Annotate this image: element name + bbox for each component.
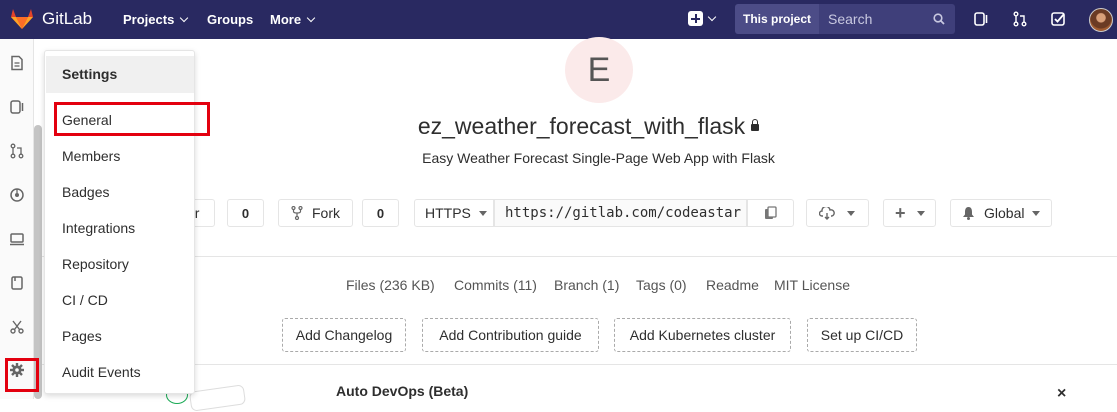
snippets-scissors-icon[interactable] [9, 319, 25, 335]
settings-item-members[interactable]: Members [62, 148, 120, 164]
add-changelog-button[interactable]: Add Changelog [282, 318, 406, 352]
settings-menu-header[interactable]: Settings [46, 56, 194, 93]
chevron-down-icon [478, 210, 487, 216]
new-item-dropdown[interactable] [688, 11, 717, 26]
settings-item-integrations[interactable]: Integrations [62, 220, 135, 236]
ci-cd-icon[interactable] [9, 187, 25, 203]
top-navbar: GitLab Projects Groups More This project… [0, 0, 1117, 39]
notification-label: Global [984, 205, 1025, 221]
fork-count[interactable]: 0 [362, 199, 399, 227]
chevron-down-icon [707, 12, 717, 21]
highlight-general-item [54, 102, 210, 136]
cloud-download-icon [819, 206, 835, 220]
chevron-down-icon [180, 13, 189, 22]
copy-url-button[interactable] [747, 199, 794, 227]
chevron-down-icon [847, 210, 855, 216]
plus-icon: + [895, 203, 906, 223]
close-icon[interactable]: × [1057, 385, 1066, 403]
nav-projects-dropdown[interactable]: Projects [123, 12, 189, 27]
settings-item-repository[interactable]: Repository [62, 256, 129, 272]
license-link[interactable]: MIT License [774, 277, 850, 293]
operations-icon[interactable] [9, 231, 25, 247]
gitlab-logo-icon [11, 9, 33, 29]
issues-icon[interactable] [973, 11, 989, 27]
project-overview-icon[interactable] [9, 55, 25, 71]
branch-stat-link[interactable]: Branch (1) [554, 277, 619, 293]
nav-more-label: More [270, 12, 302, 27]
chevron-down-icon [916, 210, 925, 216]
plus-icon [688, 11, 703, 26]
nav-groups-label: Groups [207, 12, 254, 27]
nav-projects-label: Projects [123, 12, 175, 27]
settings-item-audit-events[interactable]: Audit Events [62, 364, 141, 380]
gitlab-home-link[interactable]: GitLab [10, 8, 92, 30]
files-stat-link[interactable]: Files (236 KB) [346, 277, 435, 293]
chevron-down-icon [1032, 210, 1041, 216]
clone-protocol-dropdown[interactable]: HTTPS [414, 199, 494, 227]
fork-icon [291, 206, 303, 220]
nav-more-dropdown[interactable]: More [270, 12, 316, 27]
add-kubernetes-cluster-button[interactable]: Add Kubernetes cluster [614, 318, 791, 352]
search-input[interactable]: Search [819, 4, 955, 34]
search-scope-badge[interactable]: This project [735, 4, 819, 34]
search-icon [933, 13, 945, 25]
settings-item-badges[interactable]: Badges [62, 184, 109, 200]
project-avatar: E [565, 37, 633, 103]
auto-devops-title: Auto DevOps (Beta) [336, 383, 469, 399]
fork-label: Fork [312, 205, 340, 221]
lock-icon [751, 119, 760, 132]
section-divider [42, 364, 1117, 365]
notification-dropdown[interactable]: Global [950, 199, 1052, 227]
clone-protocol-label: HTTPS [425, 205, 471, 221]
app-name: GitLab [42, 9, 93, 28]
star-count[interactable]: 0 [227, 199, 264, 227]
clipboard-icon [765, 206, 777, 219]
todo-check-icon[interactable] [1050, 11, 1066, 27]
settings-item-pages[interactable]: Pages [62, 328, 102, 344]
project-sidebar [0, 39, 34, 399]
nav-groups[interactable]: Groups [207, 12, 253, 27]
auto-devops-illustration [188, 384, 247, 412]
readme-link[interactable]: Readme [706, 277, 759, 293]
add-contribution-guide-button[interactable]: Add Contribution guide [422, 318, 599, 352]
download-dropdown[interactable] [806, 199, 869, 227]
search-placeholder: Search [828, 11, 873, 27]
setup-ci-cd-button[interactable]: Set up CI/CD [807, 318, 917, 352]
merge-request-icon[interactable] [1012, 11, 1028, 27]
wiki-icon[interactable] [9, 275, 25, 291]
user-avatar[interactable] [1089, 8, 1113, 32]
commits-stat-link[interactable]: Commits (11) [454, 277, 537, 293]
bell-icon [963, 207, 974, 220]
section-divider [42, 256, 1117, 257]
fork-button[interactable]: Fork [278, 199, 353, 227]
settings-item-ci-cd[interactable]: CI / CD [62, 292, 108, 308]
add-dropdown[interactable]: + [883, 199, 936, 227]
chevron-down-icon [306, 13, 316, 22]
tags-stat-link[interactable]: Tags (0) [636, 277, 687, 293]
project-name[interactable]: ez_weather_forecast_with_flask [418, 113, 745, 139]
highlight-settings-gear [5, 358, 39, 392]
clone-url-input[interactable]: https://gitlab.com/codeastar [494, 199, 747, 227]
